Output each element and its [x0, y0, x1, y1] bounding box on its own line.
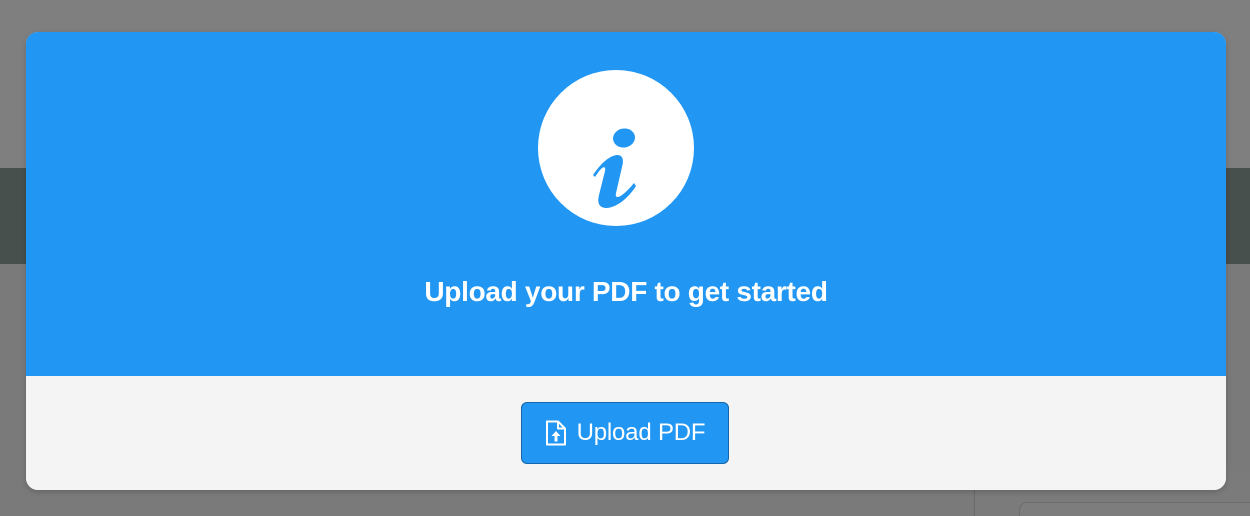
file-upload-icon — [545, 420, 567, 446]
modal-title: Upload your PDF to get started — [424, 276, 828, 307]
upload-pdf-button[interactable]: Upload PDF — [521, 402, 729, 464]
upload-pdf-label: Upload PDF — [576, 419, 706, 446]
modal-footer: Upload PDF — [26, 376, 1226, 490]
info-icon — [538, 70, 694, 226]
upload-modal: Upload your PDF to get started Upload PD… — [26, 32, 1226, 490]
modal-header: Upload your PDF to get started — [26, 32, 1226, 376]
